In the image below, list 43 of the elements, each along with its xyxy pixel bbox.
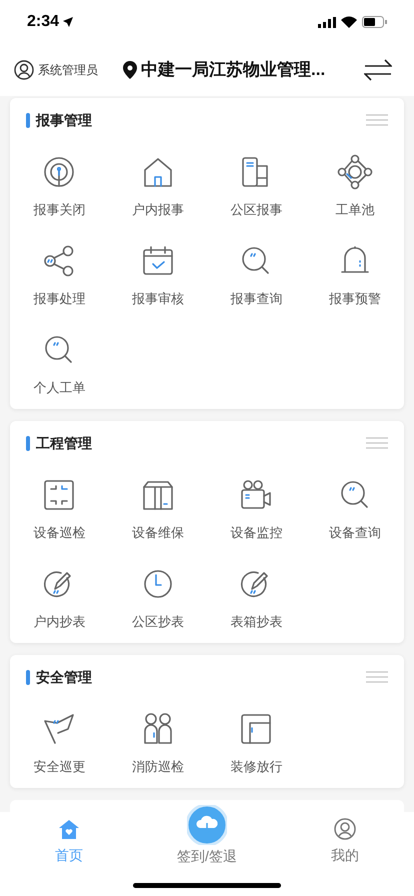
user-icon[interactable] — [14, 60, 34, 80]
user-name: 系统管理员 — [38, 62, 98, 79]
menu-item[interactable]: 个人工单 — [10, 320, 108, 409]
battery-icon — [362, 16, 387, 28]
section-title: 工程管理 — [36, 434, 92, 452]
home-icon — [58, 818, 80, 840]
menu-item[interactable]: 报事关闭 — [10, 142, 108, 231]
title-marker — [26, 436, 30, 450]
drag-handle-icon[interactable] — [366, 437, 388, 449]
location-title[interactable]: 中建一局江苏物业管理... — [141, 57, 326, 83]
menu-item[interactable]: 公区抄表 — [108, 554, 207, 643]
wifi-icon — [341, 16, 357, 28]
menu-item[interactable]: 安全巡更 — [10, 699, 108, 788]
menu-item[interactable]: 报事审核 — [108, 231, 207, 320]
menu-item[interactable]: 表箱抄表 — [207, 554, 306, 643]
drag-handle-icon[interactable] — [366, 671, 388, 683]
title-marker — [26, 112, 30, 128]
status-time: 2:34 — [27, 12, 60, 32]
nodes-icon — [336, 154, 373, 190]
title-marker — [26, 670, 30, 684]
menu-item[interactable]: 户内报事 — [108, 142, 207, 231]
location-arrow-icon — [63, 17, 74, 27]
menu-item[interactable]: 报事处理 — [10, 231, 108, 320]
menu-item[interactable]: 设备查询 — [306, 465, 404, 554]
menu-item[interactable]: 户内抄表 — [10, 554, 108, 643]
switch-icon[interactable] — [364, 59, 392, 81]
menu-item[interactable]: 设备监控 — [207, 465, 306, 554]
profile-icon — [334, 818, 356, 840]
section-title: 报事管理 — [36, 110, 92, 130]
check-in-tab[interactable]: 签到/签退 — [138, 805, 276, 867]
menu-item[interactable]: 公区报事 — [207, 142, 306, 231]
nav-tab[interactable]: 我的 — [276, 818, 414, 866]
menu-item[interactable]: 报事查询 — [207, 231, 306, 320]
drag-handle-icon[interactable] — [366, 114, 388, 126]
menu-item[interactable]: 工单池 — [306, 142, 404, 231]
menu-item[interactable]: 消防巡检 — [108, 699, 207, 788]
menu-item[interactable]: 装修放行 — [207, 699, 306, 788]
menu-item[interactable]: 设备维保 — [108, 465, 207, 554]
menu-item[interactable]: 设备巡检 — [10, 465, 108, 554]
location-pin-icon — [123, 61, 137, 79]
cellular-signal-icon — [318, 16, 336, 28]
section-title: 安全管理 — [36, 668, 92, 686]
menu-item[interactable]: 报事预警 — [306, 231, 404, 320]
